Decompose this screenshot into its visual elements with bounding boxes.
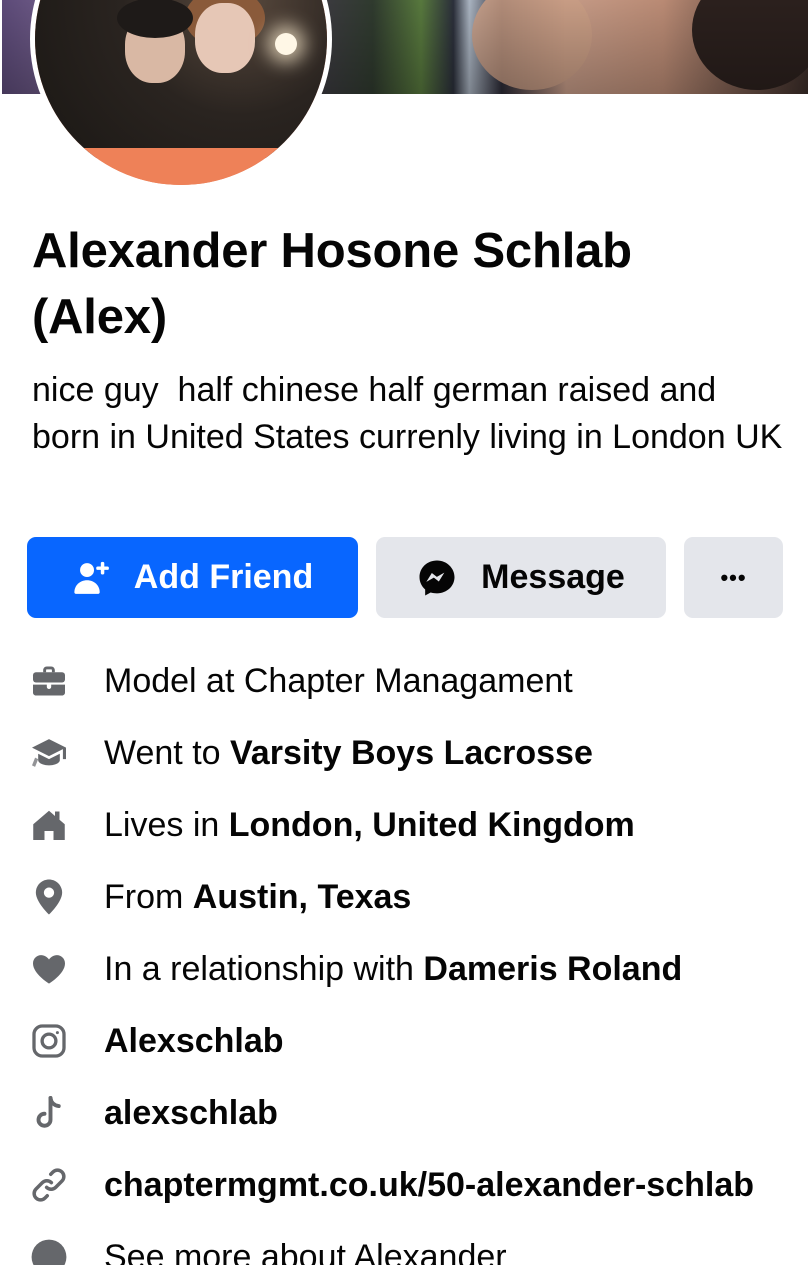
- detail-work: Model at Chapter Managament: [0, 645, 810, 717]
- more-options-button[interactable]: •••: [684, 537, 783, 618]
- more-dots-icon: •••: [720, 564, 747, 590]
- instagram-icon: [30, 1022, 68, 1060]
- link-icon: [30, 1166, 68, 1204]
- profile-bio: nice guy half chinese half german raised…: [32, 371, 783, 456]
- message-button[interactable]: Message: [376, 537, 666, 618]
- home-icon: [30, 806, 68, 844]
- profile-picture[interactable]: [30, 0, 332, 190]
- profile-name: Alexander Hosone Schlab (Alex): [32, 224, 632, 344]
- location-pin-icon: [30, 878, 68, 916]
- intro-details: Model at Chapter Managament Went to Vars…: [0, 645, 810, 1265]
- message-label: Message: [481, 558, 625, 596]
- add-friend-label: Add Friend: [133, 558, 314, 596]
- detail-website: chaptermgmt.co.uk/50-alexander-schlab: [0, 1149, 810, 1221]
- detail-lives-in: Lives in London, United Kingdom: [0, 789, 810, 861]
- detail-relationship: In a relationship with Dameris Roland: [0, 933, 810, 1005]
- more-about-icon: [30, 1238, 68, 1265]
- heart-icon: [30, 950, 68, 988]
- detail-see-more[interactable]: See more about Alexander: [0, 1221, 810, 1265]
- profile-page: Alexander Hosone Schlab (Alex) nice guy …: [0, 0, 810, 1265]
- detail-hometown: From Austin, Texas: [0, 861, 810, 933]
- detail-instagram: Alexschlab: [0, 1005, 810, 1077]
- tiktok-icon: [30, 1094, 68, 1132]
- detail-tiktok: alexschlab: [0, 1077, 810, 1149]
- briefcase-icon: [30, 662, 68, 700]
- detail-education: Went to Varsity Boys Lacrosse: [0, 717, 810, 789]
- graduation-cap-icon: [30, 734, 68, 772]
- add-person-icon: [72, 559, 110, 597]
- add-friend-button[interactable]: Add Friend: [27, 537, 358, 618]
- messenger-icon: [417, 558, 457, 598]
